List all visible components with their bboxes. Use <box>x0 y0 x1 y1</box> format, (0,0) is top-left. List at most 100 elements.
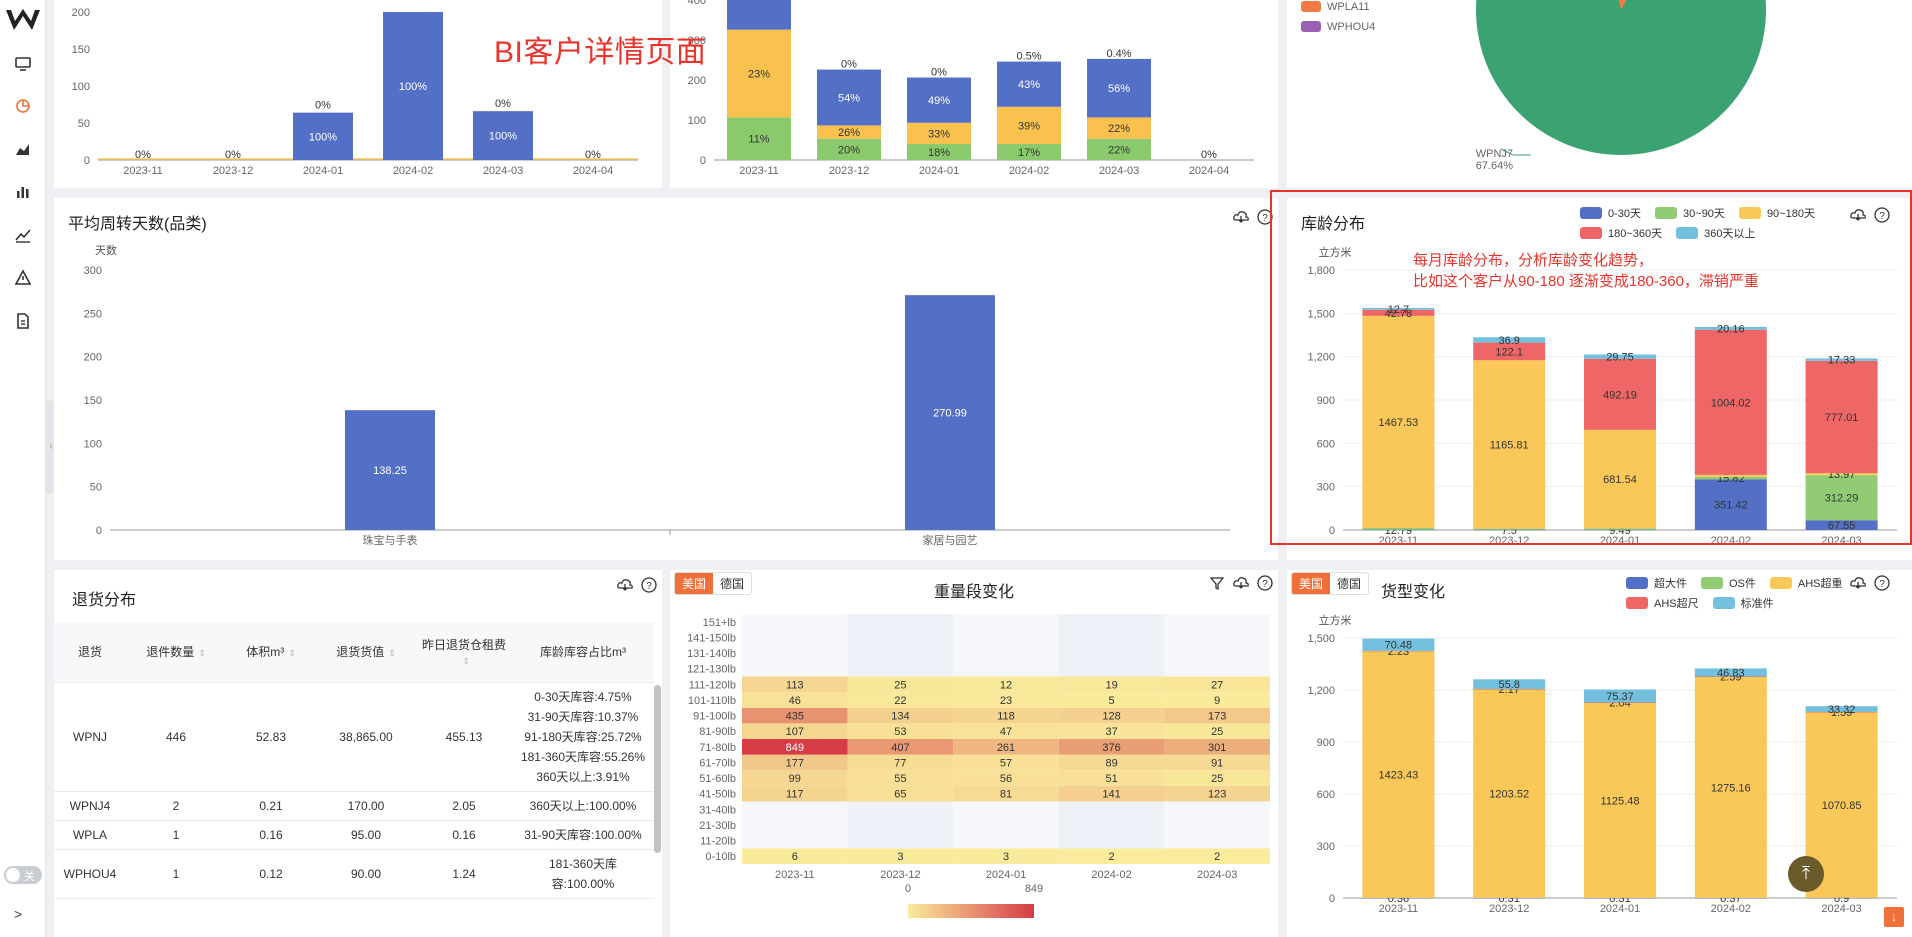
legend-item[interactable]: 超大件 <box>1626 573 1687 593</box>
pie-label-value: 67.64% <box>1476 160 1514 172</box>
x-tick-label: 2023-11 <box>739 165 779 177</box>
table-row[interactable]: WPNJ4 2 0.21 170.00 2.05 360天以上:100.00% <box>54 791 654 821</box>
cell-label: 849 <box>786 742 804 754</box>
cell-label: 23 <box>1000 695 1012 707</box>
age-line: 181-360天库 <box>548 856 618 871</box>
col-value[interactable]: 退货货值 ⇕ <box>316 622 416 683</box>
cell-age: 31-90天库容:100.00% <box>512 820 654 850</box>
theme-toggle[interactable]: 关 <box>4 866 42 884</box>
segment-label: 1423.43 <box>1379 770 1419 782</box>
monitor-icon[interactable] <box>11 52 35 76</box>
col-fee[interactable]: 昨日退货仓租费⇕ <box>416 622 512 683</box>
cell-label: 47 <box>1000 726 1012 738</box>
toggle-label: 关 <box>24 871 35 883</box>
cell-sku: WPLA <box>54 820 126 850</box>
pie-chart-icon[interactable] <box>11 94 35 118</box>
line-chart-icon[interactable] <box>11 223 35 247</box>
col-vol[interactable]: 体积m³ ⇕ <box>226 622 316 683</box>
table-row[interactable]: WPLA 1 0.16 95.00 0.16 31-90天库容:100.00% <box>54 820 654 850</box>
area-chart-icon[interactable] <box>11 137 35 161</box>
y-tick-label: 71-80lb <box>699 742 736 754</box>
x-tick-label: 珠宝与手表 <box>363 533 418 547</box>
legend-item[interactable]: 标准件 <box>1712 593 1774 613</box>
y-tick-label: 11-20lb <box>700 836 736 848</box>
heatmap-cell <box>742 660 848 677</box>
cell-label: 173 <box>1208 711 1226 723</box>
document-icon[interactable] <box>11 309 35 333</box>
cell-label: 107 <box>786 726 804 738</box>
segment-label: 17% <box>1018 147 1040 159</box>
segment-label: 22% <box>1108 123 1130 135</box>
chevron-right-icon[interactable]: > <box>14 906 22 922</box>
cell-vol: 0.21 <box>226 791 316 821</box>
download-icon[interactable] <box>616 576 634 594</box>
turnover-panel: 平均周转天数(品类) ? 0 50 100 150 200 250 300 珠宝与手表 家居与园… <box>54 198 1278 560</box>
x-tick-label: 2024-01 <box>303 165 343 177</box>
ratio-panel: 0 100 200 300 400 2023-11 2023-12 2024-01 2024-0… <box>670 0 1278 188</box>
cell-label: 6 <box>792 851 798 863</box>
back-to-top-button[interactable]: ⤒ <box>1788 856 1824 892</box>
cell-label: 22 <box>894 695 906 707</box>
cell-label: 77 <box>894 757 906 769</box>
cell-fee: 455.13 <box>416 682 512 792</box>
y-tick-label: 250 <box>84 308 102 320</box>
y-tick-label: 0 <box>96 525 102 537</box>
ratio-stacked-chart: 01002003004002023-11 2023-12 2024-01 2024-0… <box>688 0 1254 177</box>
legend-item[interactable]: OS件 <box>1701 573 1756 593</box>
legend-swatch <box>1769 577 1792 589</box>
bar-label: 270.99 <box>933 408 967 420</box>
heatmap-cell <box>953 629 1059 646</box>
legend-item[interactable]: AHS超尺 <box>1626 593 1699 613</box>
y-tick-label: 111-120lb <box>689 679 736 691</box>
y-tick-label: 21-30lb <box>699 820 736 832</box>
legend-item[interactable]: AHS超重 <box>1769 573 1843 593</box>
annotation-note-line2: 比如这个客户从90-180 逐渐变成180-360，滞销严重 <box>1413 273 1759 290</box>
legend-swatch <box>1301 1 1321 12</box>
y-tick-label: 91-100lb <box>693 711 736 723</box>
cell-value: 38,865.00 <box>316 682 416 792</box>
y-tick-label: 200 <box>688 75 706 87</box>
segment-label: 55.8 <box>1498 679 1519 691</box>
col-qty[interactable]: 退件数量 ⇕ <box>126 622 226 683</box>
sort-icon: ⇕ <box>198 648 206 659</box>
bar-label: 0% <box>1201 149 1217 161</box>
y-tick-label: 41-50lb <box>699 789 736 801</box>
age-line: 容:100.00% <box>551 876 615 891</box>
y-tick-label: 1,500 <box>1307 633 1335 645</box>
bar-chart-icon[interactable] <box>11 180 35 204</box>
cell-label: 37 <box>1105 726 1117 738</box>
x-tick-label: 2024-01 <box>986 869 1026 881</box>
segment-label: 33% <box>928 128 950 140</box>
cell-label: 53 <box>894 726 906 738</box>
bar-top-label: 0% <box>495 98 511 110</box>
col-sku: 退货 <box>54 622 126 683</box>
corner-download-icon[interactable]: ↓ <box>1884 907 1904 927</box>
age-line: 181-360天库容:55.26% <box>520 749 646 764</box>
y-tick-label: 150 <box>84 395 102 407</box>
table-row[interactable]: WPHOU4 1 0.12 90.00 1.24 181-360天库 容:100.00% <box>54 849 654 899</box>
cell-label: 435 <box>786 711 804 723</box>
help-icon[interactable]: ? <box>640 576 658 594</box>
bar-label: 0% <box>585 149 601 161</box>
cell-sku: WPNJ4 <box>54 791 126 821</box>
cell-label: 261 <box>997 742 1015 754</box>
table-row[interactable]: WPNJ 446 52.83 38,865.00 455.13 0-30天库容:4.75%… <box>54 682 654 792</box>
cell-vol: 0.12 <box>226 849 316 899</box>
heatmap-cell <box>847 629 954 646</box>
scale-max-label: 849 <box>1025 883 1043 895</box>
heatmap-cell <box>953 614 1059 630</box>
cell-label: 25 <box>1211 726 1223 738</box>
heatmap-cell <box>1058 645 1165 661</box>
warning-icon[interactable] <box>11 266 35 290</box>
y-tick-label: 121-130lb <box>687 664 736 676</box>
heatmap-cell <box>1164 645 1270 661</box>
cell-value: 90.00 <box>316 849 416 899</box>
heatmap-cell <box>1164 660 1270 677</box>
scale-min-label: 0 <box>905 883 911 895</box>
x-tick-label: 2023-12 <box>829 165 869 177</box>
x-tick-label: 2024-01 <box>919 165 959 177</box>
cell-value: 170.00 <box>316 791 416 821</box>
table-scrollbar[interactable] <box>654 685 661 853</box>
cell-label: 56 <box>1000 773 1012 785</box>
cell-qty: 446 <box>126 682 226 792</box>
